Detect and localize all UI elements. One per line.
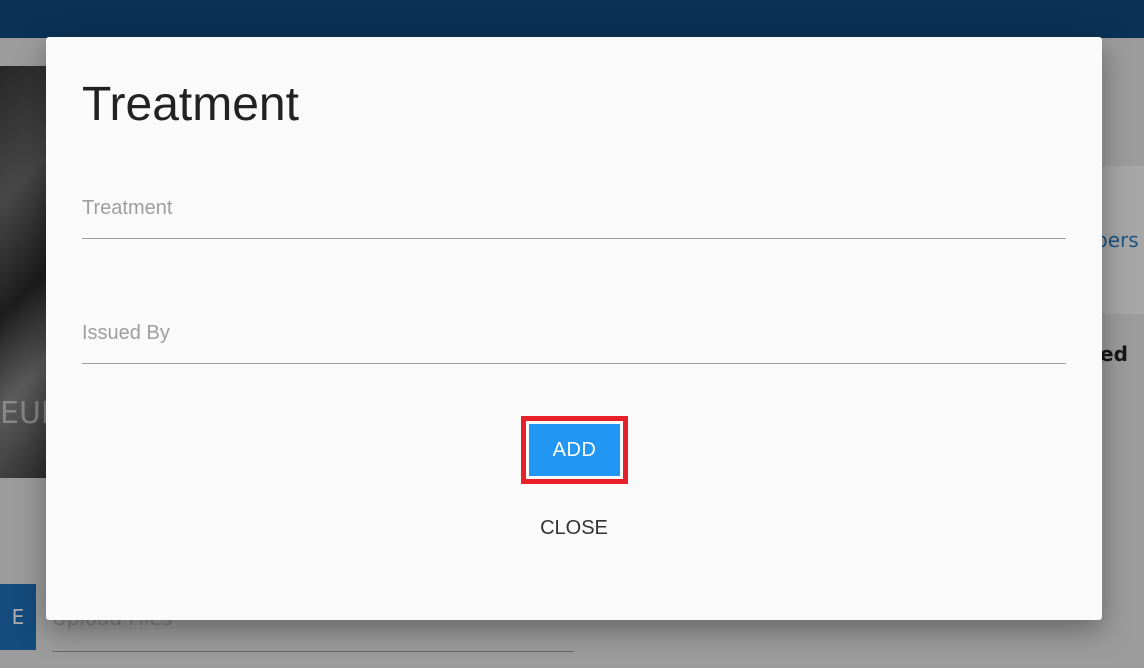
issued-by-field [82,322,1066,364]
close-button[interactable]: CLOSE [524,513,624,543]
dialog-title: Treatment [82,78,299,131]
treatment-field [82,197,1066,239]
treatment-input[interactable] [82,197,1066,239]
issued-by-input[interactable] [82,322,1066,364]
add-button[interactable]: ADD [529,424,620,476]
add-button-highlight: ADD [521,416,628,484]
treatment-dialog: Treatment ADD CLOSE [46,37,1102,620]
